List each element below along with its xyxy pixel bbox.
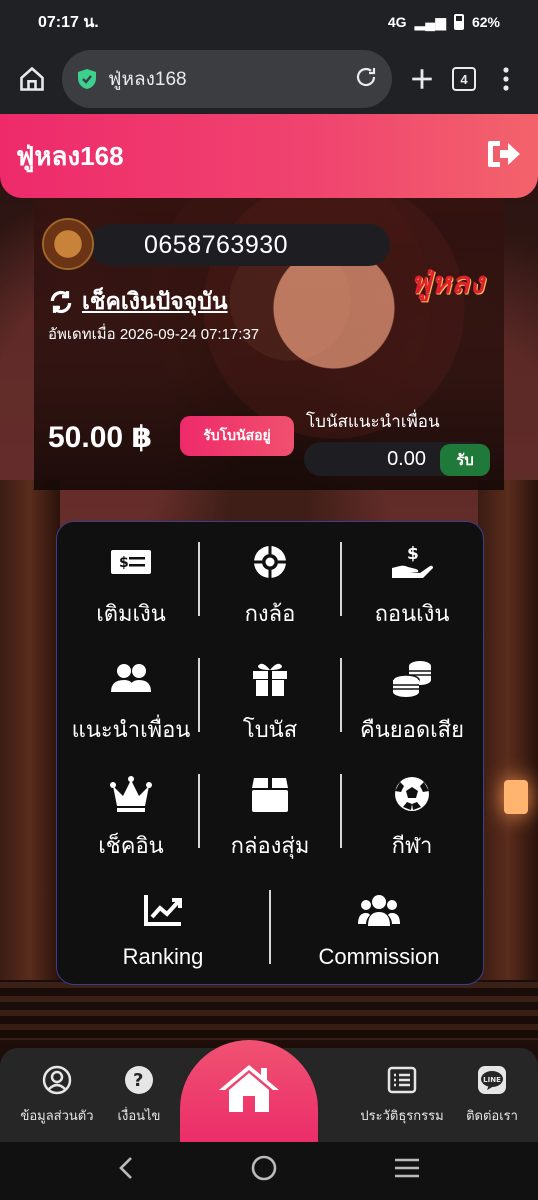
status-time: 07:17 น. <box>38 13 99 31</box>
claim-referral-button[interactable]: รับ <box>440 444 490 476</box>
lantern-icon <box>504 780 528 814</box>
reload-icon[interactable] <box>354 65 378 94</box>
updated-timestamp: อัพเดทเมื่อ 2026-09-24 07:17:37 <box>48 326 260 343</box>
menu-mystery-box[interactable]: กล่องสุ่ม <box>205 774 335 863</box>
nav-history[interactable]: ประวัติธุรกรรม <box>352 1048 452 1142</box>
box-icon <box>252 778 288 812</box>
check-balance-link[interactable]: เช็คเงินปัจจุบัน <box>48 284 228 320</box>
nav-profile[interactable]: ข้อมูลส่วนตัว <box>14 1048 100 1142</box>
more-menu-icon[interactable] <box>488 61 524 97</box>
main-menu: $ เติมเงิน กงล้อ $ ถอนเงิน แนะนำเพื่อน โ… <box>56 521 484 985</box>
gift-icon <box>253 663 287 696</box>
network-label: 4G <box>387 14 407 30</box>
menu-ranking[interactable]: Ranking <box>79 890 247 970</box>
wheel-icon <box>254 546 286 578</box>
users-icon <box>111 664 151 692</box>
user-circle-icon <box>42 1065 72 1094</box>
menu-wheel[interactable]: กงล้อ <box>205 542 335 631</box>
check-balance-label: เช็คเงินปัจจุบัน <box>82 288 228 314</box>
avatar[interactable] <box>42 218 94 270</box>
logout-icon[interactable] <box>486 139 522 174</box>
site-header: ฟู่หลง168 <box>0 114 538 198</box>
money-bill-icon: $ <box>111 550 151 574</box>
nav-contact[interactable]: LINE ติดต่อเรา <box>456 1048 528 1142</box>
crown-icon <box>110 776 152 812</box>
question-circle-icon: ? <box>125 1065 153 1094</box>
menu-bonus[interactable]: โบนัส <box>205 658 335 747</box>
new-tab-icon[interactable] <box>404 61 440 97</box>
status-bar: 07:17 น. 4G ▂▄▆ 62% <box>0 0 538 44</box>
profile-card: 0658763930 เช็คเงินปัจจุบัน อัพเดทเมื่อ … <box>34 198 504 490</box>
menu-deposit[interactable]: $ เติมเงิน <box>69 542 193 631</box>
home-icon <box>219 1065 279 1112</box>
balance-amount: 50.00 ฿ <box>48 421 153 454</box>
url-text: ฟู่หลง168 <box>108 69 187 90</box>
menu-sports[interactable]: กีฬา <box>347 774 477 863</box>
soccer-ball-icon <box>395 777 429 811</box>
home-circle-icon[interactable] <box>250 1154 278 1189</box>
shield-icon <box>76 67 98 91</box>
menu-checkin[interactable]: เช็คอิน <box>69 774 193 863</box>
tab-count-button[interactable]: 4 <box>452 67 476 91</box>
coins-icon <box>392 661 431 697</box>
signal-icon: ▂▄▆ <box>414 13 446 30</box>
back-icon[interactable] <box>117 1155 135 1188</box>
referral-bonus-label: โบนัสแนะนำเพื่อน <box>306 412 440 431</box>
refresh-icon <box>50 290 72 314</box>
browser-toolbar: ฟู่หลง168 4 <box>0 44 538 114</box>
menu-refer-friend[interactable]: แนะนำเพื่อน <box>65 658 197 747</box>
menu-cashback[interactable]: คืนยอดเสีย <box>347 658 477 747</box>
nav-terms[interactable]: ? เงื่อนไข <box>104 1048 174 1142</box>
hand-dollar-icon: $ <box>392 544 433 578</box>
system-nav <box>0 1142 538 1200</box>
site-logo: ฟู่หลง <box>409 267 484 300</box>
chart-line-icon <box>144 895 182 926</box>
svg-text:$: $ <box>407 544 419 564</box>
group-icon <box>358 895 400 926</box>
svg-text:?: ? <box>133 1070 143 1091</box>
list-icon <box>387 1066 417 1093</box>
phone-number: 0658763930 <box>90 224 390 266</box>
battery-icon <box>453 14 464 30</box>
site-brand: ฟู่หลง168 <box>16 140 124 171</box>
address-bar[interactable]: ฟู่หลง168 <box>62 50 392 108</box>
home-icon[interactable] <box>14 61 50 97</box>
recents-icon[interactable] <box>393 1155 421 1187</box>
bonus-status-button[interactable]: รับโบนัสอยู่ <box>180 416 294 456</box>
line-icon: LINE <box>478 1065 506 1094</box>
svg-text:LINE: LINE <box>483 1076 501 1084</box>
menu-withdraw[interactable]: $ ถอนเงิน <box>347 542 477 631</box>
battery-level: 62% <box>471 14 500 30</box>
svg-text:$: $ <box>119 555 129 571</box>
menu-commission[interactable]: Commission <box>283 890 475 970</box>
